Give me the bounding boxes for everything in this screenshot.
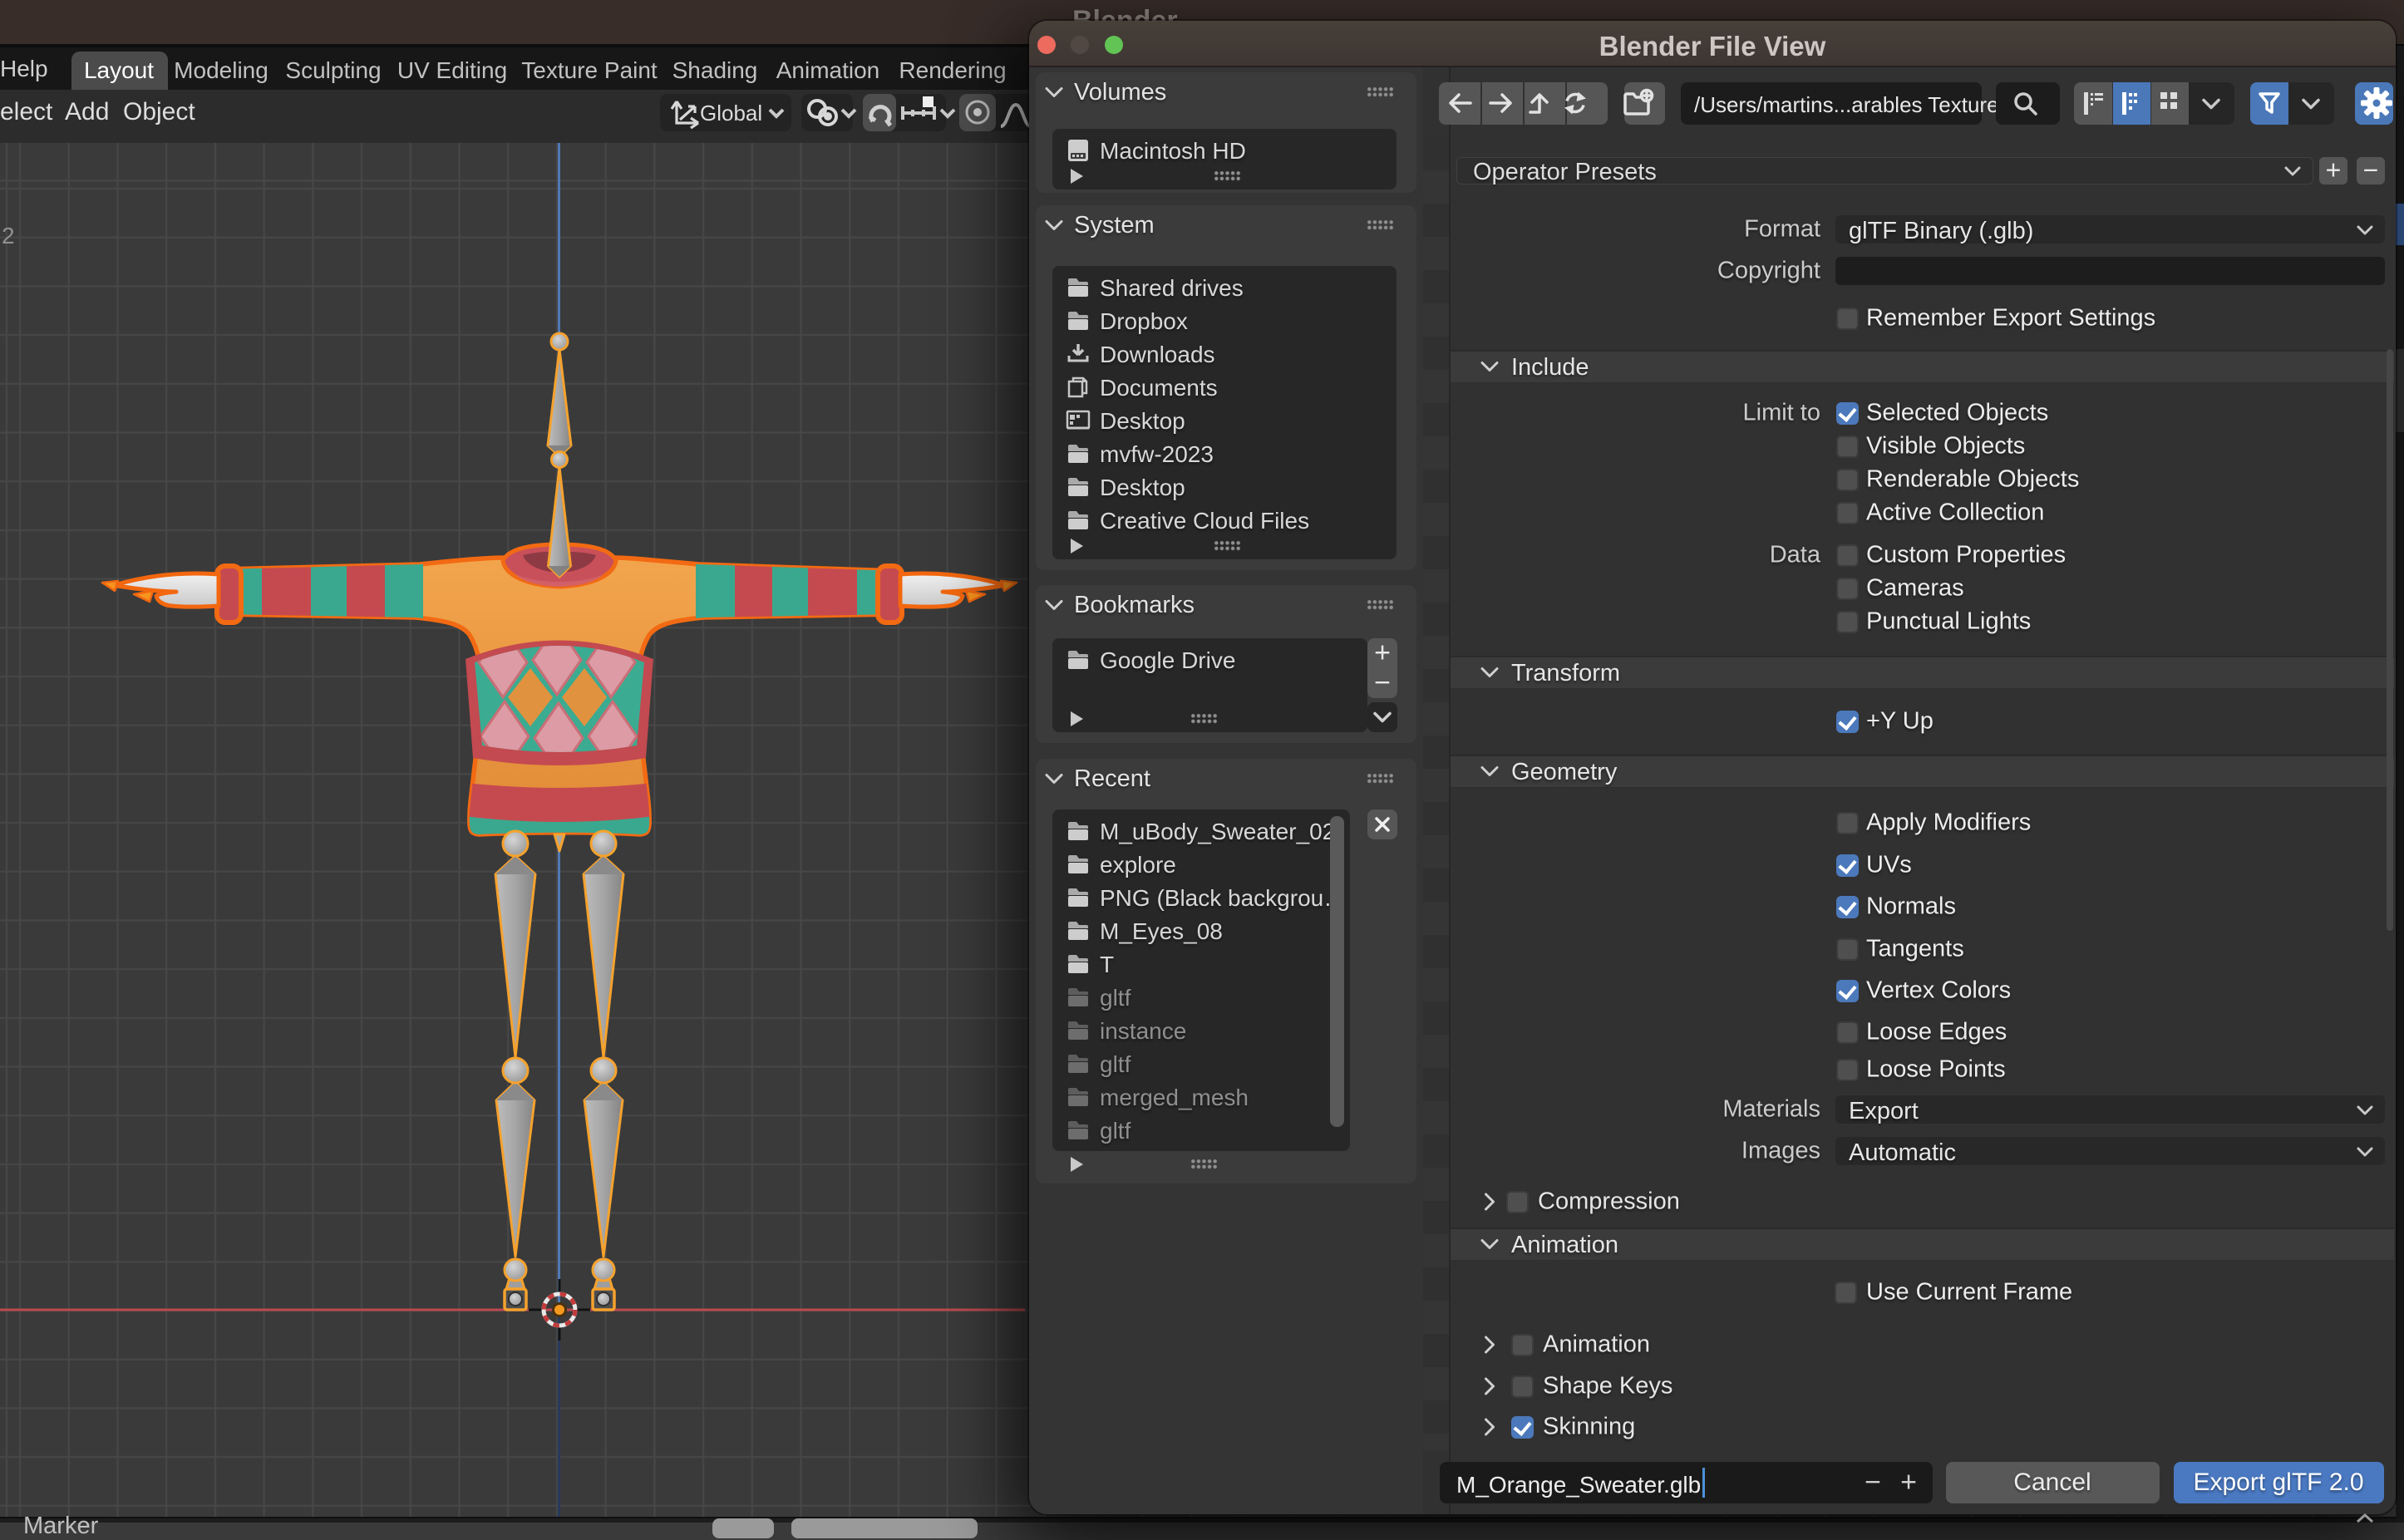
svg-text:Global: Global <box>700 101 762 125</box>
